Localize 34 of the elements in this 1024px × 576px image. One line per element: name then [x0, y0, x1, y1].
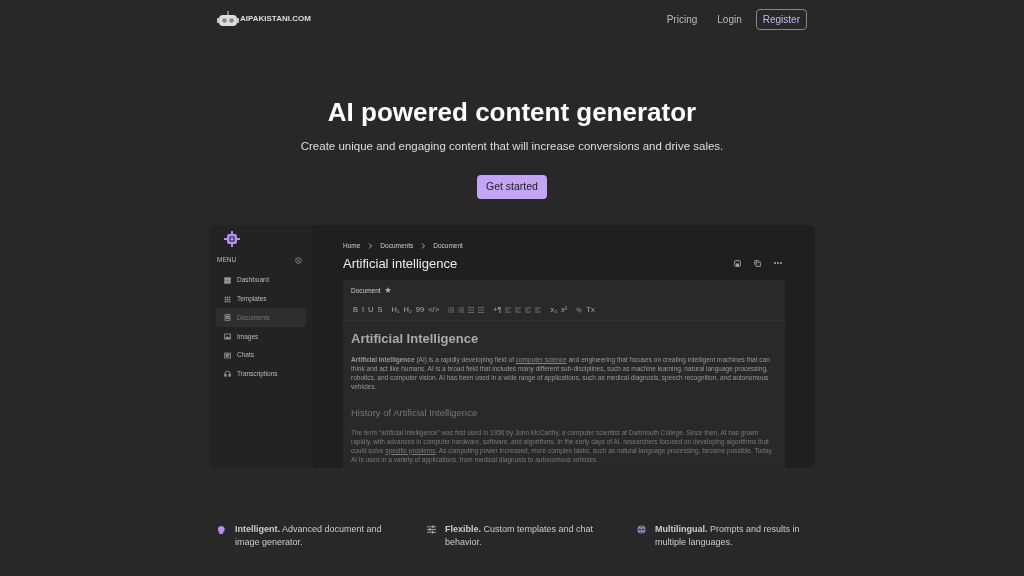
document-icon	[224, 314, 231, 322]
nav-link[interactable]: Pricing	[658, 11, 706, 27]
feature-text: Multilingual. Prompts and results in multiple languages.	[655, 523, 801, 550]
globe-icon	[637, 525, 646, 535]
save-icon[interactable]	[734, 259, 741, 267]
more-icon[interactable]	[774, 262, 782, 265]
chat-icon	[224, 351, 231, 359]
register-button[interactable]: Register	[755, 8, 807, 30]
chevron-right-icon	[368, 243, 373, 250]
dashboard-icon	[224, 276, 231, 284]
headphones-icon	[224, 370, 231, 378]
chevron-right-icon	[421, 243, 426, 250]
lightbulb-icon	[217, 525, 226, 535]
feature-text: Intelligent. Advanced document and image generator.	[235, 523, 383, 550]
document-title: Artificial intelligence	[343, 255, 459, 273]
settings-icon[interactable]	[295, 256, 302, 264]
get-started-button[interactable]: Get started	[477, 175, 547, 200]
logo-text: AIPAKISTANI.COM	[240, 13, 311, 25]
link-icon[interactable]	[576, 307, 583, 313]
feature-text: Flexible. Custom templates and chat behavior.	[445, 523, 595, 550]
hero-title: AI powered content generator	[327, 96, 697, 128]
document-heading: Artificial Intelligence	[351, 329, 480, 348]
document-subheading: History of Artificial Intelligence	[351, 406, 479, 421]
indent-icon[interactable]	[468, 307, 474, 313]
robot-logo-icon	[217, 11, 239, 27]
grid-icon	[224, 295, 231, 303]
chip-icon	[224, 231, 240, 248]
nav-link[interactable]: Login	[709, 11, 750, 27]
hero-subtitle: Create unique and engaging content that will increase conversions and drive sales.	[300, 139, 724, 154]
sliders-icon	[427, 525, 436, 535]
copy-icon[interactable]	[754, 259, 761, 267]
star-icon[interactable]	[384, 287, 391, 294]
image-icon	[224, 332, 231, 340]
indent-icon[interactable]	[478, 307, 484, 313]
